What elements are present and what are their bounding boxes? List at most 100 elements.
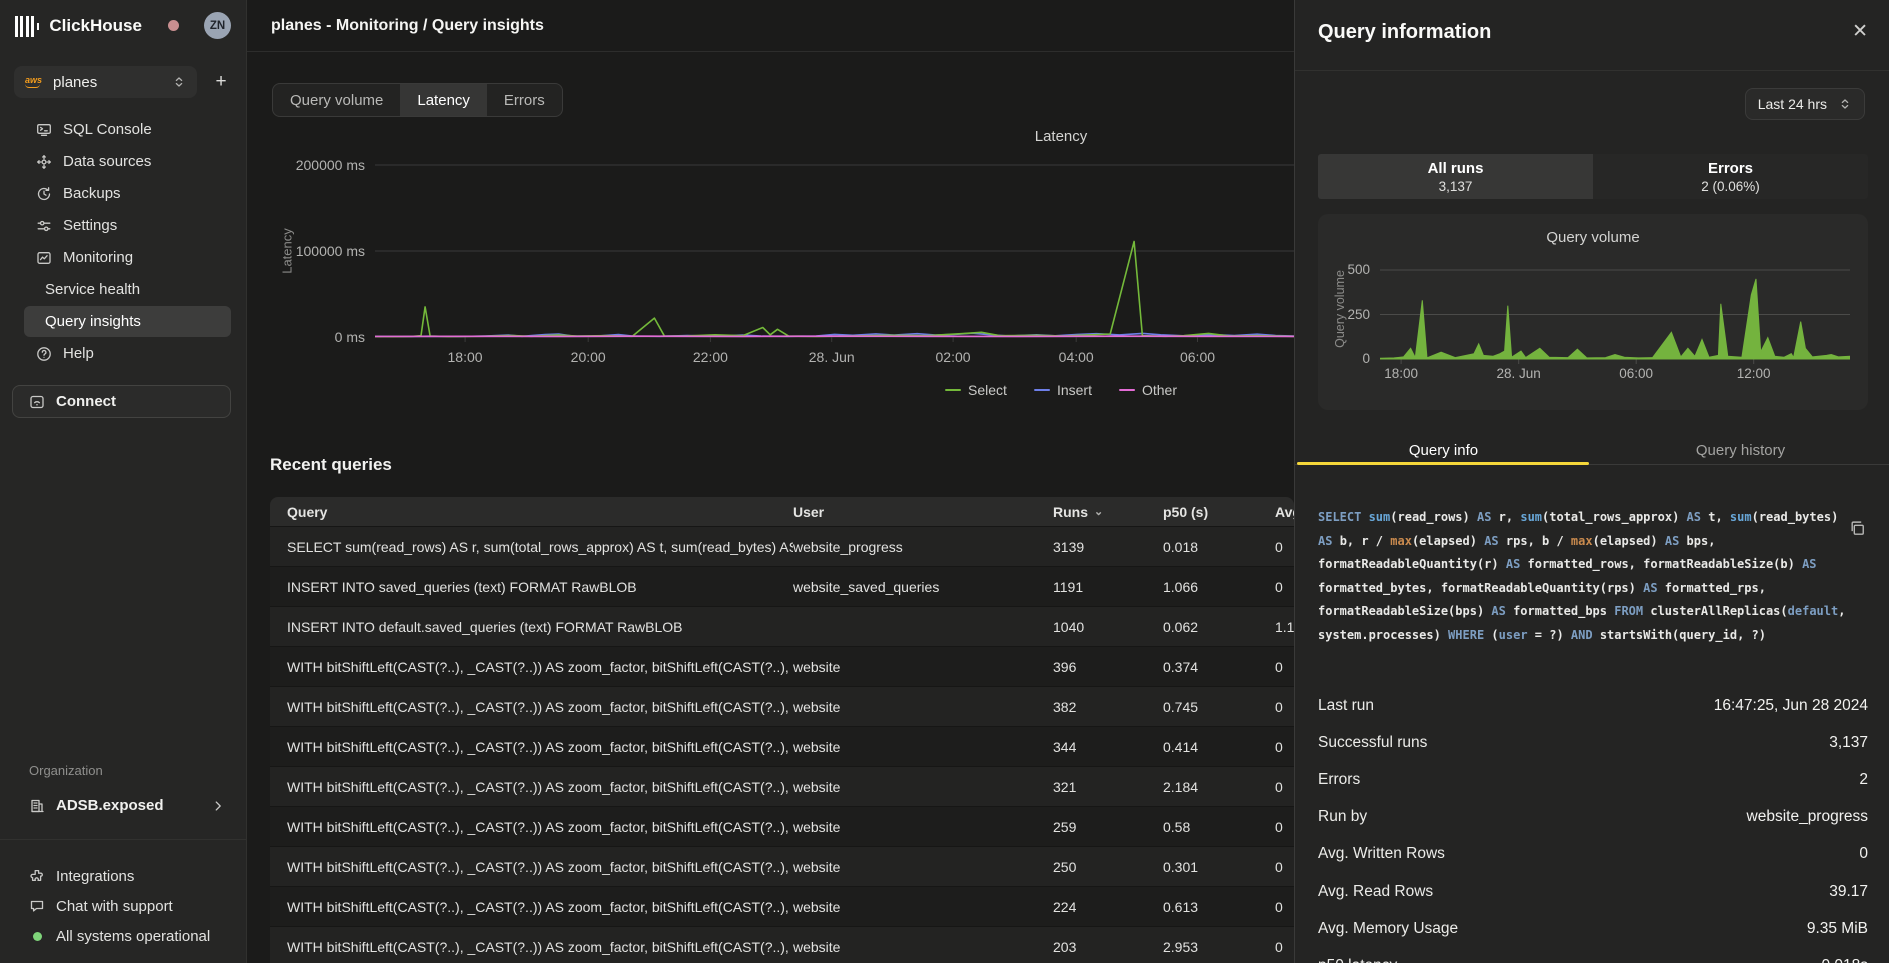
cell-query: WITH bitShiftLeft(CAST(?..), _CAST(?..))… bbox=[287, 699, 793, 715]
cell-p50: 0.58 bbox=[1163, 819, 1275, 835]
sidebar-item-backups[interactable]: Backups bbox=[24, 178, 231, 209]
tab-query-volume[interactable]: Query volume bbox=[273, 84, 400, 116]
service-selector[interactable]: aws planes bbox=[14, 66, 197, 98]
table-row[interactable]: INSERT INTO saved_queries (text) FORMAT … bbox=[270, 566, 1294, 606]
all-runs-value: 3,137 bbox=[1439, 179, 1473, 194]
stat-row-avg-written-rows: Avg. Written Rows0 bbox=[1318, 836, 1868, 873]
tab-errors[interactable]: Errors bbox=[487, 84, 562, 116]
query-volume-chart[interactable] bbox=[1380, 254, 1850, 366]
stat-label: Last run bbox=[1318, 697, 1374, 715]
latency-chart-title: Latency bbox=[1035, 128, 1088, 145]
sidebar-item-settings[interactable]: Settings bbox=[24, 210, 231, 241]
table-header-row: QueryUserRuns⌄p50 (s)Avg. bbox=[270, 497, 1294, 526]
cell-user: website bbox=[793, 699, 1053, 715]
legend-item-other[interactable]: Other bbox=[1119, 382, 1177, 398]
service-name: planes bbox=[53, 74, 97, 91]
cell-query: WITH bitShiftLeft(CAST(?..), _CAST(?..))… bbox=[287, 659, 793, 675]
cell-avg: 0 bbox=[1275, 899, 1294, 915]
stat-value: 3,137 bbox=[1829, 734, 1868, 752]
legend-label: Insert bbox=[1057, 382, 1092, 398]
sidebar-item-service-health[interactable]: Service health bbox=[24, 274, 231, 305]
sidebar-item-chat-with-support[interactable]: Chat with support bbox=[14, 891, 233, 921]
avatar[interactable]: ZN bbox=[204, 12, 231, 39]
latency-chart[interactable] bbox=[375, 163, 1294, 345]
column-header-avg-: Avg. bbox=[1275, 504, 1294, 520]
table-row[interactable]: WITH bitShiftLeft(CAST(?..), _CAST(?..))… bbox=[270, 926, 1294, 963]
cell-avg: 0 bbox=[1275, 539, 1294, 555]
copy-icon[interactable] bbox=[1849, 519, 1867, 537]
add-service-button[interactable]: + bbox=[206, 66, 236, 98]
stat-value: 2 bbox=[1859, 771, 1868, 789]
latency-x-tick-labels: 18:0020:0022:0028. Jun02:0004:0006:00 bbox=[375, 349, 1294, 367]
x-tick-label: 04:00 bbox=[1059, 349, 1094, 365]
cell-avg: 1.15 bbox=[1275, 619, 1294, 635]
x-tick-label: 18:00 bbox=[1384, 366, 1418, 381]
legend-item-insert[interactable]: Insert bbox=[1034, 382, 1092, 398]
sql-line: formatReadableSize(bps) AS formatted_bps… bbox=[1318, 600, 1874, 624]
sidebar-divider bbox=[0, 839, 246, 840]
tab-latency[interactable]: Latency bbox=[400, 84, 487, 116]
stat-value: 16:47:25, Jun 28 2024 bbox=[1714, 697, 1868, 715]
cell-query: WITH bitShiftLeft(CAST(?..), _CAST(?..))… bbox=[287, 939, 793, 955]
aws-icon: aws bbox=[25, 77, 42, 88]
cell-avg: 0 bbox=[1275, 659, 1294, 675]
sidebar-item-integrations[interactable]: Integrations bbox=[14, 861, 233, 891]
organization-section-label: Organization bbox=[29, 763, 103, 778]
chat-icon bbox=[29, 898, 45, 914]
sidebar-item-label: SQL Console bbox=[63, 121, 152, 138]
tab-query-info[interactable]: Query info bbox=[1295, 436, 1592, 464]
sidebar-item-data-sources[interactable]: Data sources bbox=[24, 146, 231, 177]
cell-p50: 0.301 bbox=[1163, 859, 1275, 875]
table-row[interactable]: WITH bitShiftLeft(CAST(?..), _CAST(?..))… bbox=[270, 846, 1294, 886]
table-row[interactable]: SELECT sum(read_rows) AS r, sum(total_ro… bbox=[270, 526, 1294, 566]
legend-label: Other bbox=[1142, 382, 1177, 398]
organization-item[interactable]: ADSB.exposed bbox=[14, 790, 233, 821]
column-header-runs[interactable]: Runs⌄ bbox=[1053, 504, 1163, 520]
sidebar-item-query-insights[interactable]: Query insights bbox=[24, 306, 231, 337]
latency-legend: Select Insert Other bbox=[945, 382, 1177, 398]
query-volume-card: Query volume Query volume 0250500 18:002… bbox=[1318, 214, 1868, 410]
x-tick-label: 18:00 bbox=[448, 349, 483, 365]
table-row[interactable]: WITH bitShiftLeft(CAST(?..), _CAST(?..))… bbox=[270, 646, 1294, 686]
sidebar-item-monitoring[interactable]: Monitoring bbox=[24, 242, 231, 273]
all-runs-toggle[interactable]: All runs 3,137 bbox=[1318, 154, 1593, 199]
cell-runs: 396 bbox=[1053, 659, 1163, 675]
table-row[interactable]: INSERT INTO default.saved_queries (text)… bbox=[270, 606, 1294, 646]
cell-user: website_progress bbox=[793, 539, 1053, 555]
sidebar-item-sql-console[interactable]: SQL Console bbox=[24, 114, 231, 145]
column-header-user: User bbox=[793, 504, 1053, 520]
connect-button[interactable]: Connect bbox=[12, 385, 231, 418]
sidebar-footer: Integrations Chat with support All systems… bbox=[14, 861, 233, 951]
cell-p50: 2.184 bbox=[1163, 779, 1275, 795]
tab-query-history[interactable]: Query history bbox=[1592, 436, 1889, 464]
sidebar-item-help[interactable]: Help bbox=[24, 338, 231, 369]
sidebar: ClickHouse ZN aws planes + SQL ConsoleDa… bbox=[0, 0, 247, 963]
sidebar-item-label: Chat with support bbox=[56, 898, 173, 915]
cell-query: WITH bitShiftLeft(CAST(?..), _CAST(?..))… bbox=[287, 819, 793, 835]
sidebar-item-label: Query insights bbox=[45, 313, 141, 330]
cell-user: website_saved_queries bbox=[793, 579, 1053, 595]
recent-queries-table: QueryUserRuns⌄p50 (s)Avg. SELECT sum(rea… bbox=[270, 497, 1294, 963]
table-row[interactable]: WITH bitShiftLeft(CAST(?..), _CAST(?..))… bbox=[270, 806, 1294, 846]
x-tick-label: 22:00 bbox=[693, 349, 728, 365]
stat-row-avg-read-rows: Avg. Read Rows39.17 bbox=[1318, 873, 1868, 910]
stat-value: 39.17 bbox=[1829, 883, 1868, 901]
table-row[interactable]: WITH bitShiftLeft(CAST(?..), _CAST(?..))… bbox=[270, 726, 1294, 766]
sidebar-item-all-systems-operational[interactable]: All systems operational bbox=[14, 921, 233, 951]
sidebar-item-label: Integrations bbox=[56, 868, 134, 885]
table-row[interactable]: WITH bitShiftLeft(CAST(?..), _CAST(?..))… bbox=[270, 886, 1294, 926]
close-icon[interactable]: ✕ bbox=[1852, 20, 1868, 43]
y-tick-label: 0 bbox=[1362, 351, 1370, 366]
cell-p50: 0.745 bbox=[1163, 699, 1275, 715]
time-range-select[interactable]: Last 24 hrs bbox=[1745, 88, 1865, 120]
latency-y-tick-labels: 0 ms100000 ms200000 ms bbox=[247, 163, 365, 345]
sql-line: formatReadableQuantity(r) AS formatted_r… bbox=[1318, 553, 1874, 577]
legend-item-select[interactable]: Select bbox=[945, 382, 1007, 398]
errors-toggle[interactable]: Errors 2 (0.06%) bbox=[1593, 154, 1868, 199]
status-dot-icon bbox=[29, 928, 45, 944]
table-row[interactable]: WITH bitShiftLeft(CAST(?..), _CAST(?..))… bbox=[270, 686, 1294, 726]
table-row[interactable]: WITH bitShiftLeft(CAST(?..), _CAST(?..))… bbox=[270, 766, 1294, 806]
sidebar-item-label: All systems operational bbox=[56, 928, 210, 945]
cell-query: INSERT INTO saved_queries (text) FORMAT … bbox=[287, 579, 793, 595]
legend-swatch bbox=[1034, 389, 1050, 392]
